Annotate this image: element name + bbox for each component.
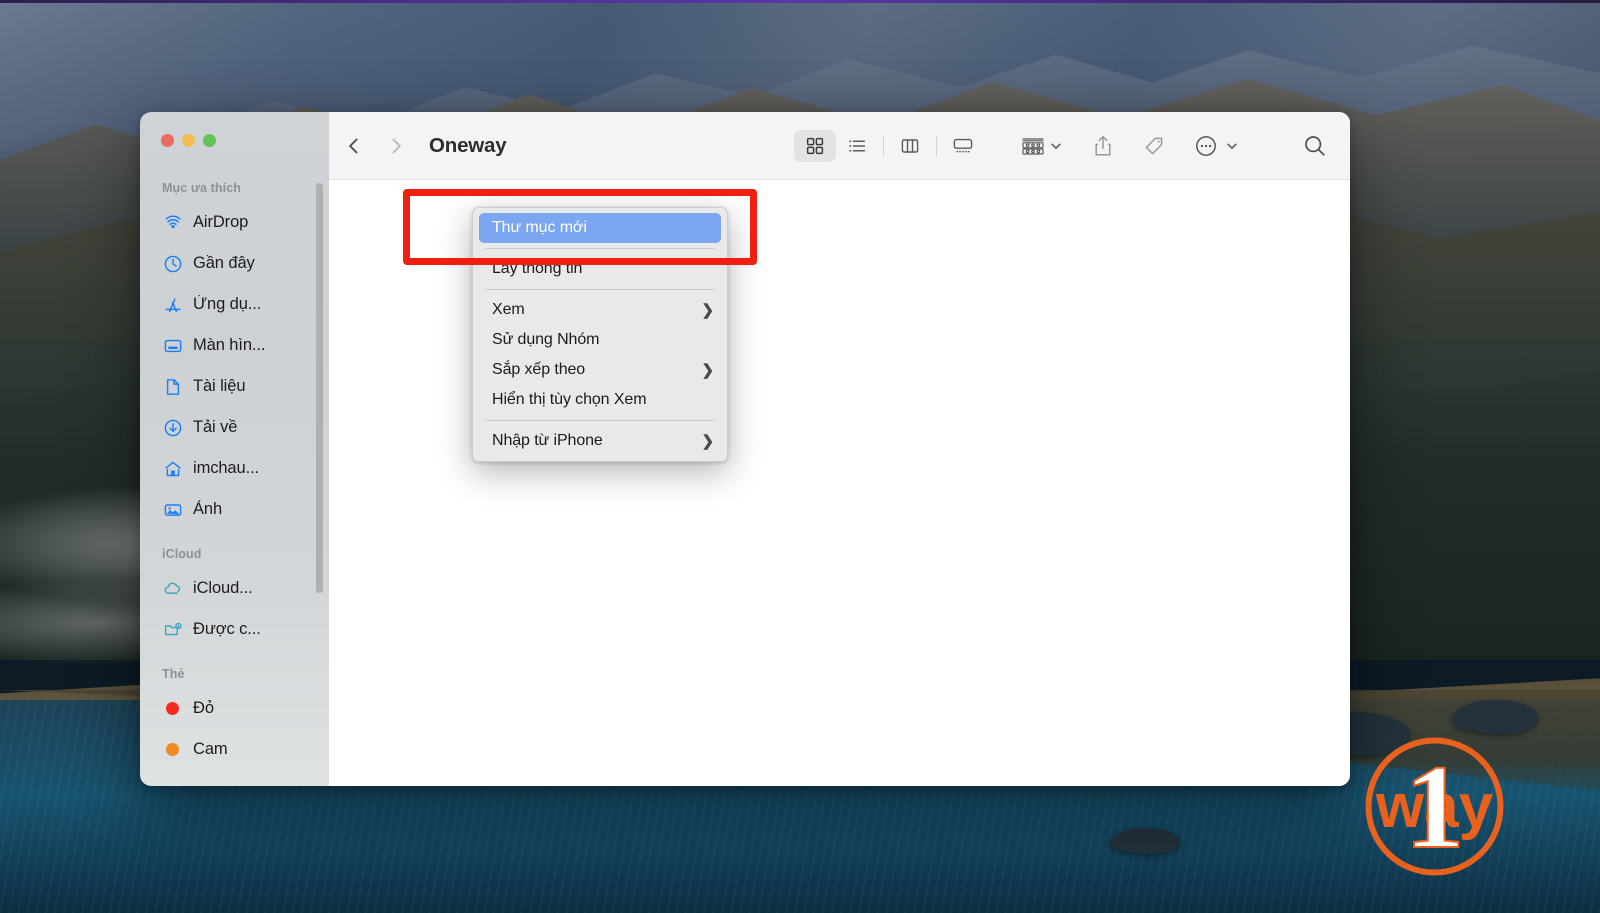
sidebar-section-favorites-header: Mục ưa thích bbox=[162, 181, 242, 195]
sidebar-item-airdrop[interactable]: AirDrop bbox=[140, 202, 329, 243]
applications-icon bbox=[162, 294, 183, 315]
sidebar-item-label: Màn hìn... bbox=[193, 336, 266, 354]
menu-item-label: Sắp xếp theo bbox=[492, 361, 586, 378]
close-button[interactable] bbox=[161, 134, 174, 147]
menu-item-use-groups[interactable]: Sử dụng Nhóm bbox=[473, 325, 727, 355]
home-icon bbox=[162, 458, 183, 479]
sidebar-item-recents[interactable]: Gần đây bbox=[140, 243, 329, 284]
icloud-icon bbox=[162, 578, 183, 599]
search-button[interactable] bbox=[1302, 133, 1328, 159]
tags-button[interactable] bbox=[1142, 134, 1166, 158]
wallpaper-rock bbox=[1452, 700, 1538, 734]
menu-separator bbox=[486, 248, 714, 249]
forward-button[interactable] bbox=[385, 135, 407, 157]
sidebar-item-icloud-drive[interactable]: iCloud... bbox=[140, 568, 329, 609]
sidebar-section-icloud-header: iCloud bbox=[162, 547, 202, 561]
menu-item-label: Hiển thị tùy chọn Xem bbox=[492, 391, 647, 408]
clock-icon bbox=[162, 253, 183, 274]
chevron-down-icon bbox=[1227, 143, 1237, 149]
sidebar-item-shared[interactable]: Được c... bbox=[140, 609, 329, 650]
sidebar-item-home[interactable]: imchau... bbox=[140, 448, 329, 489]
menu-separator bbox=[486, 420, 714, 421]
gallery-view-button[interactable] bbox=[942, 130, 984, 162]
sidebar-item-downloads[interactable]: Tải về bbox=[140, 407, 329, 448]
window-controls[interactable] bbox=[140, 112, 329, 147]
sidebar-item-label: Đỏ bbox=[193, 699, 214, 717]
sidebar-item-label: iCloud... bbox=[193, 579, 253, 597]
wallpaper-rock bbox=[1110, 828, 1180, 854]
icon-view-button[interactable] bbox=[794, 129, 836, 162]
sidebar-item-label: AirDrop bbox=[193, 213, 249, 231]
list-view-button[interactable] bbox=[836, 130, 878, 162]
sidebar-item-label: Được c... bbox=[193, 620, 261, 638]
photos-icon bbox=[162, 499, 183, 520]
sidebar-item-applications[interactable]: Ứng dụ... bbox=[140, 284, 329, 325]
menu-item-new-folder[interactable]: Thư mục mới bbox=[479, 213, 721, 243]
menu-item-import-from-iphone[interactable]: Nhập từ iPhone ❯ bbox=[473, 426, 727, 456]
column-view-button[interactable] bbox=[889, 130, 931, 162]
sidebar-item-documents[interactable]: Tài liệu bbox=[140, 366, 329, 407]
sidebar-item-desktop[interactable]: Màn hìn... bbox=[140, 325, 329, 366]
sidebar-item-label: imchau... bbox=[193, 459, 260, 477]
sidebar-item-label: Gần đây bbox=[193, 254, 255, 272]
back-button[interactable] bbox=[343, 135, 365, 157]
sidebar-scroll-area[interactable]: Mục ưa thích AirDrop Gần đây Ứng dụ... M… bbox=[140, 147, 329, 770]
menu-item-label: Nhập từ iPhone bbox=[492, 432, 603, 449]
chevron-right-icon: ❯ bbox=[701, 433, 715, 450]
tag-dot-icon bbox=[162, 698, 183, 719]
sidebar-item-label: Cam bbox=[193, 740, 228, 758]
screen-top-edge bbox=[0, 0, 1600, 3]
sidebar-item-label: Ảnh bbox=[193, 500, 223, 518]
sidebar-item-label: Ứng dụ... bbox=[193, 295, 262, 313]
desktop-icon bbox=[162, 335, 183, 356]
chevron-right-icon: ❯ bbox=[701, 302, 715, 319]
zoom-button[interactable] bbox=[203, 134, 216, 147]
minimize-button[interactable] bbox=[182, 134, 195, 147]
sidebar-scrollbar[interactable] bbox=[316, 183, 323, 593]
menu-item-label: Xem bbox=[492, 301, 525, 318]
sidebar-section-tags-header: Thẻ bbox=[162, 667, 185, 681]
menu-item-sort-by[interactable]: Sắp xếp theo ❯ bbox=[473, 355, 727, 385]
menu-item-get-info[interactable]: Lấy thông tin bbox=[473, 254, 727, 284]
view-mode-group[interactable] bbox=[794, 129, 984, 162]
menu-item-label: Sử dụng Nhóm bbox=[492, 331, 600, 348]
finder-window[interactable]: Mục ưa thích AirDrop Gần đây Ứng dụ... M… bbox=[140, 112, 1350, 786]
downloads-icon bbox=[162, 417, 183, 438]
chevron-down-icon bbox=[1051, 143, 1061, 149]
toolbar-separator bbox=[936, 134, 937, 157]
menu-item-label: Lấy thông tin bbox=[492, 260, 583, 277]
sidebar-item-label: Tài liệu bbox=[193, 377, 246, 395]
airdrop-icon bbox=[162, 212, 183, 233]
navigation-buttons[interactable] bbox=[343, 135, 407, 157]
menu-item-label: Thư mục mới bbox=[492, 219, 587, 236]
share-button[interactable] bbox=[1092, 134, 1114, 158]
sidebar-item-photos[interactable]: Ảnh bbox=[140, 489, 329, 530]
menu-separator bbox=[486, 289, 714, 290]
group-by-button[interactable] bbox=[1018, 135, 1064, 157]
shared-folder-icon bbox=[162, 619, 183, 640]
finder-toolbar[interactable]: Oneway bbox=[329, 112, 1350, 180]
page-title: Oneway bbox=[429, 133, 507, 157]
more-actions-button[interactable] bbox=[1194, 134, 1240, 158]
sidebar-item-label: Tải về bbox=[193, 418, 238, 436]
sidebar-item-tag-orange[interactable]: Cam bbox=[140, 729, 329, 770]
watermark-one-text: 1 bbox=[1405, 740, 1465, 873]
chevron-right-icon: ❯ bbox=[701, 362, 715, 379]
tag-dot-icon bbox=[162, 739, 183, 760]
document-icon bbox=[162, 376, 183, 397]
finder-sidebar[interactable]: Mục ưa thích AirDrop Gần đây Ứng dụ... M… bbox=[140, 112, 329, 786]
menu-item-show-view-options[interactable]: Hiển thị tùy chọn Xem bbox=[473, 385, 727, 415]
context-menu[interactable]: Thư mục mới Lấy thông tin Xem ❯ Sử dụng … bbox=[472, 207, 728, 462]
watermark-logo: way 1 bbox=[1363, 735, 1506, 878]
toolbar-separator bbox=[883, 134, 884, 157]
sidebar-item-tag-red[interactable]: Đỏ bbox=[140, 688, 329, 729]
menu-item-view[interactable]: Xem ❯ bbox=[473, 295, 727, 325]
